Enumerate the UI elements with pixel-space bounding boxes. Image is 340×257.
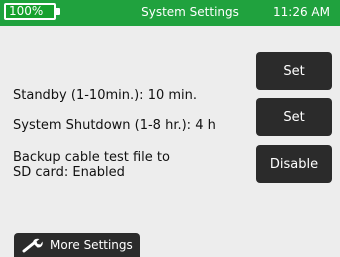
standby-setting-label: Standby (1-10min.): 10 min. xyxy=(13,88,198,103)
standby-set-button[interactable]: Set xyxy=(256,52,332,90)
battery-indicator: 100% xyxy=(4,3,56,20)
screen-title: System Settings xyxy=(141,5,239,19)
backup-setting-label-line1: Backup cable test file to xyxy=(13,150,170,165)
clock: 11:26 AM xyxy=(273,5,330,19)
status-bar: 100% System Settings 11:26 AM xyxy=(0,0,340,26)
wrench-icon xyxy=(22,237,44,253)
battery-tip xyxy=(56,8,60,15)
backup-setting-label: Backup cable test file to SD card: Enabl… xyxy=(13,150,170,180)
more-settings-label: More Settings xyxy=(50,238,133,252)
shutdown-set-button[interactable]: Set xyxy=(256,98,332,136)
battery-percent: 100% xyxy=(9,4,44,18)
shutdown-setting-label: System Shutdown (1-8 hr.): 4 h xyxy=(13,118,216,133)
backup-setting-label-line2: SD card: Enabled xyxy=(13,165,125,180)
system-settings-screen: 100% System Settings 11:26 AM Standby (1… xyxy=(0,0,340,257)
more-settings-button[interactable]: More Settings xyxy=(14,233,140,257)
backup-disable-button[interactable]: Disable xyxy=(256,145,332,183)
